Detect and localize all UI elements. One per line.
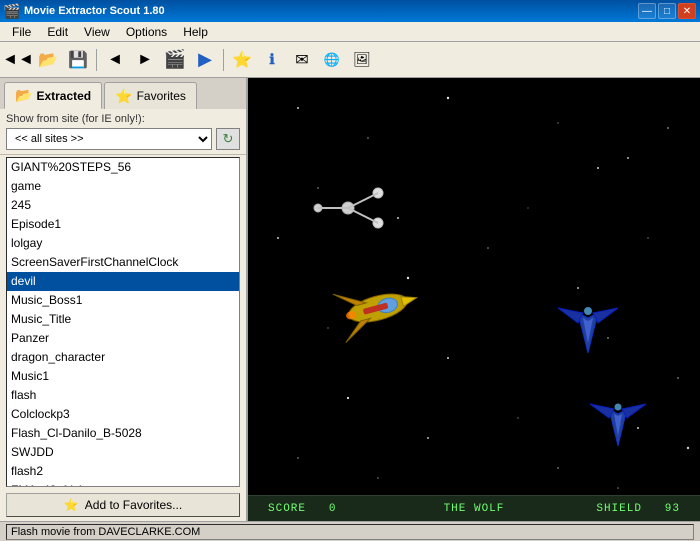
list-item[interactable]: SWJDD [7, 443, 239, 462]
site-filter-row: << all sites >> ↻ [6, 128, 240, 150]
movie-list[interactable]: GIANT%20STEPS_56game245Episode1lolgayScr… [6, 157, 240, 487]
list-item[interactable]: ScreenSaverFirstChannelClock [7, 253, 239, 272]
tab-extracted-label: Extracted [36, 89, 91, 103]
tabs-row: 📂 Extracted ⭐ Favorites [0, 78, 246, 109]
hud-score: SCORE 0 [268, 503, 405, 515]
list-item[interactable]: dragon_character [7, 348, 239, 367]
minimize-button[interactable]: — [638, 3, 656, 19]
site-select[interactable]: << all sites >> [6, 128, 212, 150]
hud-title: THE WOLF [405, 503, 542, 515]
status-text: Flash movie from DAVECLARKE.COM [6, 524, 694, 540]
window-controls: — □ ✕ [638, 3, 696, 19]
hud-bar: SCORE 0 THE WOLF SHIELD 93 [248, 495, 700, 521]
add-favorites-label: Add to Favorites... [85, 498, 182, 512]
left-panel: 📂 Extracted ⭐ Favorites Show from site (… [0, 78, 248, 521]
list-item[interactable]: game [7, 177, 239, 196]
web-button[interactable]: 🌐 [318, 46, 346, 74]
shield-label: SHIELD [596, 503, 642, 515]
refresh-button[interactable]: ↻ [216, 128, 240, 150]
main-container: 📂 Extracted ⭐ Favorites Show from site (… [0, 78, 700, 521]
game-scene [248, 78, 700, 521]
list-item[interactable]: GIANT%20STEPS_56 [7, 158, 239, 177]
toolbar: ◄◄ 📂 💾 ◄ ► 🎬 ▶ ⭐ ℹ ✉ 🌐 🖼 [0, 42, 700, 78]
list-item[interactable]: lolgay [7, 234, 239, 253]
separator-1 [96, 49, 97, 71]
save-button[interactable]: 💾 [64, 46, 92, 74]
menu-edit[interactable]: Edit [39, 23, 76, 41]
add-to-favorites-button[interactable]: ⭐ Add to Favorites... [6, 493, 240, 517]
score-label: SCORE [268, 503, 306, 515]
tab-favorites[interactable]: ⭐ Favorites [104, 82, 197, 109]
list-item[interactable]: Panzer [7, 329, 239, 348]
list-item[interactable]: flash [7, 386, 239, 405]
site-filter-area: Show from site (for IE only!): << all si… [0, 109, 246, 155]
tab-extracted[interactable]: 📂 Extracted [4, 82, 102, 109]
list-item[interactable]: 245 [7, 196, 239, 215]
image-button[interactable]: 🖼 [348, 46, 376, 74]
maximize-button[interactable]: □ [658, 3, 676, 19]
site-filter-label: Show from site (for IE only!): [6, 113, 240, 125]
list-item[interactable]: Episode1 [7, 215, 239, 234]
list-item[interactable]: flash2 [7, 462, 239, 481]
score-value: 0 [329, 503, 337, 515]
list-item[interactable]: Music_Boss1 [7, 291, 239, 310]
hud-shield: SHIELD 93 [543, 503, 680, 515]
star-button[interactable]: ⭐ [228, 46, 256, 74]
extract-button[interactable]: 🎬 [161, 46, 189, 74]
menu-bar: File Edit View Options Help [0, 22, 700, 42]
menu-file[interactable]: File [4, 23, 39, 41]
status-bar: Flash movie from DAVECLARKE.COM [0, 521, 700, 541]
app-icon: 🎬 [4, 3, 20, 19]
menu-options[interactable]: Options [118, 23, 175, 41]
folder-open-icon: 📂 [15, 87, 32, 104]
list-item[interactable]: Music_Title [7, 310, 239, 329]
next-button[interactable]: ► [131, 46, 159, 74]
window-title: Movie Extractor Scout 1.80 [24, 5, 634, 17]
list-item[interactable]: devil [7, 272, 239, 291]
folder-button[interactable]: 📂 [34, 46, 62, 74]
star-tab-icon: ⭐ [115, 88, 132, 105]
title-bar: 🎬 Movie Extractor Scout 1.80 — □ ✕ [0, 0, 700, 22]
preview-area: SCORE 0 THE WOLF SHIELD 93 [248, 78, 700, 521]
favorites-btn-icon: ⭐ [64, 498, 79, 512]
menu-view[interactable]: View [76, 23, 118, 41]
shield-value: 93 [665, 503, 680, 515]
tab-favorites-label: Favorites [137, 89, 186, 103]
right-panel: SCORE 0 THE WOLF SHIELD 93 [248, 78, 700, 521]
prev-button[interactable]: ◄ [101, 46, 129, 74]
separator-2 [223, 49, 224, 71]
list-item[interactable]: FMA_42_frisbee [7, 481, 239, 487]
email-button[interactable]: ✉ [288, 46, 316, 74]
list-item[interactable]: Flash_Cl-Danilo_B-5028 [7, 424, 239, 443]
info-button[interactable]: ℹ [258, 46, 286, 74]
close-button[interactable]: ✕ [678, 3, 696, 19]
menu-help[interactable]: Help [175, 23, 216, 41]
list-item[interactable]: Music1 [7, 367, 239, 386]
back-button[interactable]: ◄◄ [4, 46, 32, 74]
play-button[interactable]: ▶ [191, 46, 219, 74]
list-item[interactable]: Colclockp3 [7, 405, 239, 424]
